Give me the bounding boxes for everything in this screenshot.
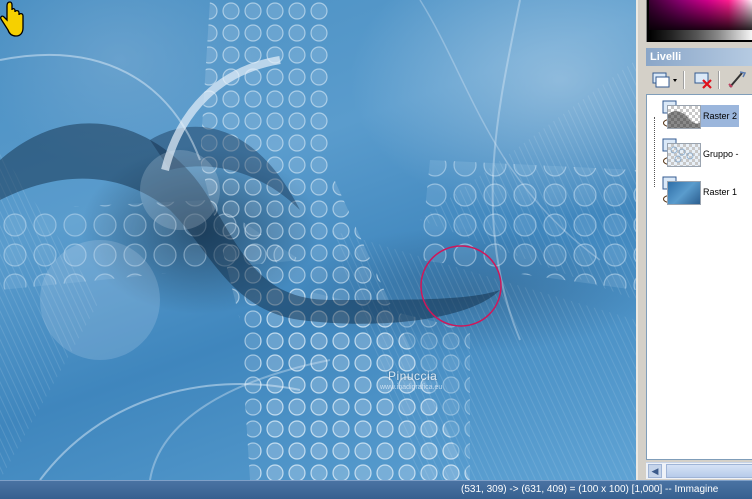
status-text: (531, 309) -> (631, 409) = (100 x 100) [… (461, 484, 719, 495)
layer-name[interactable]: Raster 2 (701, 105, 740, 127)
artwork (0, 0, 636, 480)
layers-toolbar (646, 68, 752, 92)
new-layer-icon (652, 72, 677, 88)
color-picker[interactable] (646, 0, 752, 42)
image-canvas[interactable]: Pinuccia www.inadigrafica.eu (0, 0, 636, 480)
layer-row[interactable]: Raster 1 (647, 173, 752, 211)
layer-name[interactable]: Raster 1 (701, 181, 739, 203)
new-layer-button[interactable] (650, 70, 680, 90)
horizontal-scrollbar[interactable]: ◀ (646, 462, 752, 479)
edit-layer-icon (728, 71, 747, 88)
edit-layer-button[interactable] (726, 70, 750, 90)
layer-row[interactable]: Gruppo - (647, 135, 752, 173)
color-spectrum[interactable] (649, 0, 752, 30)
layer-thumbnail (667, 105, 701, 129)
delete-layer-button[interactable] (692, 70, 714, 90)
layer-thumbnail (667, 181, 701, 205)
layer-name[interactable]: Gruppo - (701, 143, 741, 165)
delete-layer-icon (694, 72, 712, 89)
scroll-left-button[interactable]: ◀ (648, 464, 662, 478)
hand-cursor-icon (0, 1, 24, 37)
layer-thumbnail (667, 143, 701, 167)
scroll-thumb[interactable] (666, 464, 752, 478)
grayscale-strip[interactable] (649, 30, 752, 40)
layers-list: Raster 2 Gruppo - Raster 1 (646, 94, 752, 460)
watermark-url: www.inadigrafica.eu (380, 384, 443, 391)
status-bar: (531, 309) -> (631, 409) = (100 x 100) [… (0, 480, 752, 499)
watermark-name: Pinuccia (388, 369, 438, 383)
layer-row[interactable]: Raster 2 (647, 97, 752, 135)
right-panel: Livelli Raster 2 Gruppo - Raster 1 ◀ (636, 0, 752, 480)
layers-panel-title: Livelli (646, 48, 752, 66)
